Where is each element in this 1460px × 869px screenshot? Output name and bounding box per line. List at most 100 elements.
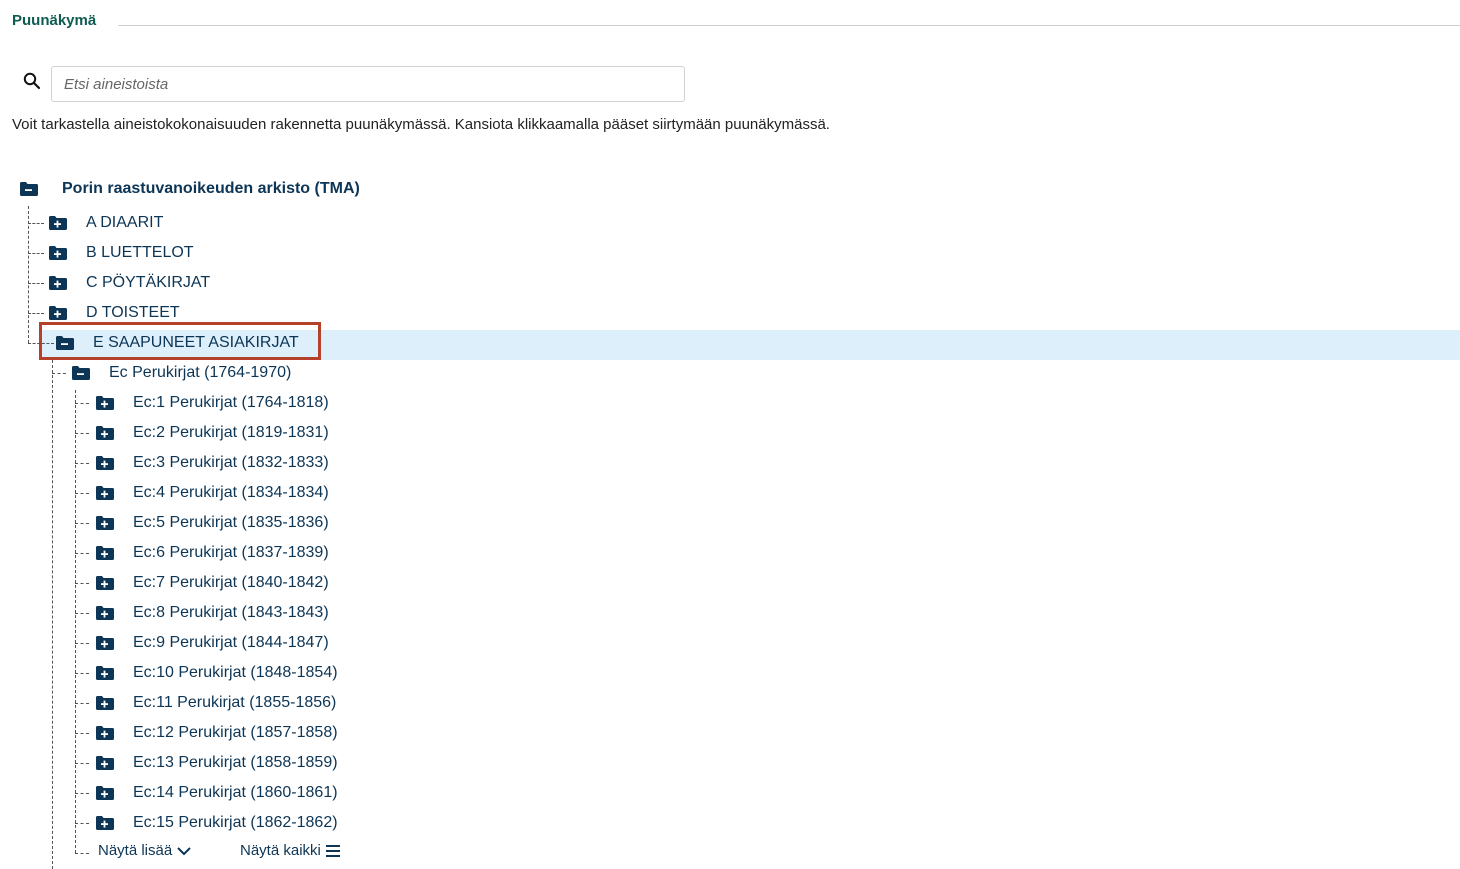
folder-plus-icon[interactable] — [96, 426, 114, 440]
folder-plus-icon[interactable] — [96, 396, 114, 410]
tree-connector-line — [75, 793, 89, 794]
tree-node-label: Ec:7 Perukirjat (1840-1842) — [133, 574, 329, 591]
list-icon — [325, 844, 340, 857]
search-input[interactable] — [51, 66, 685, 102]
tree-connector-line — [75, 853, 89, 854]
tree-node-label: Ec:2 Perukirjat (1819-1831) — [133, 424, 329, 441]
tree-node-label: Ec:6 Perukirjat (1837-1839) — [133, 544, 329, 561]
tree-node[interactable]: A DIAARIT — [49, 208, 163, 238]
folder-plus-icon[interactable] — [96, 726, 114, 740]
folder-plus-icon[interactable] — [96, 756, 114, 770]
tree-node-label: Ec:3 Perukirjat (1832-1833) — [133, 454, 329, 471]
tree-connector-line — [75, 763, 89, 764]
tree-node[interactable]: Ec:15 Perukirjat (1862-1862) — [96, 808, 338, 838]
folder-minus-icon[interactable] — [72, 366, 90, 380]
folder-minus-icon[interactable] — [56, 336, 74, 350]
tree-connector-line — [75, 673, 89, 674]
folder-plus-icon[interactable] — [49, 276, 67, 290]
tree-connector-line — [28, 223, 44, 224]
tree-node[interactable]: Ec:12 Perukirjat (1857-1858) — [96, 718, 338, 748]
tree-node-label: Ec:8 Perukirjat (1843-1843) — [133, 604, 329, 621]
tree-node[interactable]: Ec:9 Perukirjat (1844-1847) — [96, 628, 329, 658]
tree-node[interactable]: Ec:1 Perukirjat (1764-1818) — [96, 388, 329, 418]
tree-description: Voit tarkastella aineistokokonaisuuden r… — [12, 116, 830, 133]
tree-node-label: Ec Perukirjat (1764-1970) — [109, 364, 292, 381]
tree-connector-line — [75, 703, 89, 704]
tree-node-label: E SAAPUNEET ASIAKIRJAT — [93, 334, 299, 351]
folder-plus-icon[interactable] — [96, 696, 114, 710]
tree-connector-line — [28, 313, 44, 314]
tree-connector-line — [75, 823, 89, 824]
tree-node-label: Ec:12 Perukirjat (1857-1858) — [133, 724, 338, 741]
show-more-button[interactable]: Näytä lisää — [98, 842, 191, 859]
tree-connector-line — [28, 253, 44, 254]
tree-connector-line — [75, 403, 89, 404]
folder-plus-icon[interactable] — [96, 576, 114, 590]
tree-node-label: Ec:15 Perukirjat (1862-1862) — [133, 814, 338, 831]
folder-plus-icon[interactable] — [96, 456, 114, 470]
folder-minus-icon[interactable] — [20, 182, 38, 196]
tree-connector-line — [28, 343, 54, 344]
tree-node-label: Ec:9 Perukirjat (1844-1847) — [133, 634, 329, 651]
tree-node[interactable]: B LUETTELOT — [49, 238, 194, 268]
tree-connector-line — [75, 390, 76, 853]
tree-root-node[interactable]: Porin raastuvanoikeuden arkisto (TMA) — [20, 174, 360, 204]
folder-plus-icon[interactable] — [96, 516, 114, 530]
chevron-down-icon — [177, 846, 191, 855]
tree-connector-line — [75, 463, 89, 464]
tree-node[interactable]: Ec:6 Perukirjat (1837-1839) — [96, 538, 329, 568]
folder-plus-icon[interactable] — [96, 786, 114, 800]
tree-node[interactable]: Ec:14 Perukirjat (1860-1861) — [96, 778, 338, 808]
section-divider — [118, 25, 1460, 26]
tree-node-label: Ec:11 Perukirjat (1855-1856) — [133, 694, 337, 711]
tree-node[interactable]: Ec:11 Perukirjat (1855-1856) — [96, 688, 336, 718]
tree-node[interactable]: Ec:13 Perukirjat (1858-1859) — [96, 748, 338, 778]
tree-connector-line — [28, 206, 29, 343]
tree-node[interactable]: Ec:3 Perukirjat (1832-1833) — [96, 448, 329, 478]
tree-node[interactable]: C PÖYTÄKIRJAT — [49, 268, 210, 298]
tree-node[interactable]: D TOISTEET — [49, 298, 180, 328]
tree-node[interactable]: Ec:10 Perukirjat (1848-1854) — [96, 658, 338, 688]
folder-plus-icon[interactable] — [96, 636, 114, 650]
tree-node-selected[interactable]: E SAAPUNEET ASIAKIRJAT — [56, 328, 299, 358]
folder-plus-icon[interactable] — [49, 216, 67, 230]
tree-node-label: Ec:10 Perukirjat (1848-1854) — [133, 664, 338, 681]
tree-connector-line — [75, 433, 89, 434]
tree-connector-line — [75, 733, 89, 734]
folder-plus-icon[interactable] — [49, 306, 67, 320]
tree-connector-line — [75, 553, 89, 554]
tree-node-label: Ec:14 Perukirjat (1860-1861) — [133, 784, 338, 801]
tree-connector-line — [75, 643, 89, 644]
search-icon[interactable] — [23, 72, 41, 90]
tree-node-label: Ec:13 Perukirjat (1858-1859) — [133, 754, 338, 771]
tree-node[interactable]: Ec:8 Perukirjat (1843-1843) — [96, 598, 329, 628]
tree-node-label: B LUETTELOT — [86, 244, 194, 261]
show-all-button[interactable]: Näytä kaikki — [240, 842, 340, 859]
folder-plus-icon[interactable] — [96, 816, 114, 830]
tree-connector-line — [75, 583, 89, 584]
folder-plus-icon[interactable] — [96, 606, 114, 620]
tree-node-expanded[interactable]: Ec Perukirjat (1764-1970) — [72, 358, 291, 388]
tree-node-label: Ec:4 Perukirjat (1834-1834) — [133, 484, 329, 501]
section-title: Puunäkymä — [12, 12, 97, 29]
tree-connector-line — [75, 523, 89, 524]
tree-node[interactable]: Ec:4 Perukirjat (1834-1834) — [96, 478, 329, 508]
tree-connector-line — [28, 283, 44, 284]
tree-connector-line — [75, 613, 89, 614]
folder-plus-icon[interactable] — [96, 486, 114, 500]
tree-node[interactable]: Ec:2 Perukirjat (1819-1831) — [96, 418, 329, 448]
folder-plus-icon[interactable] — [96, 666, 114, 680]
tree-connector-line — [52, 373, 66, 374]
show-more-label: Näytä lisää — [98, 842, 173, 859]
tree-node[interactable]: Ec:7 Perukirjat (1840-1842) — [96, 568, 329, 598]
show-all-label: Näytä kaikki — [240, 842, 321, 859]
tree-node[interactable]: Ec:5 Perukirjat (1835-1836) — [96, 508, 329, 538]
tree-node-label: Ec:1 Perukirjat (1764-1818) — [133, 394, 329, 411]
folder-plus-icon[interactable] — [96, 546, 114, 560]
tree-node-label: C PÖYTÄKIRJAT — [86, 274, 211, 291]
tree-node-label: Ec:5 Perukirjat (1835-1836) — [133, 514, 329, 531]
tree-node-label: D TOISTEET — [86, 304, 180, 321]
tree-node-label: Porin raastuvanoikeuden arkisto (TMA) — [62, 180, 360, 197]
folder-plus-icon[interactable] — [49, 246, 67, 260]
tree-connector-line — [75, 493, 89, 494]
